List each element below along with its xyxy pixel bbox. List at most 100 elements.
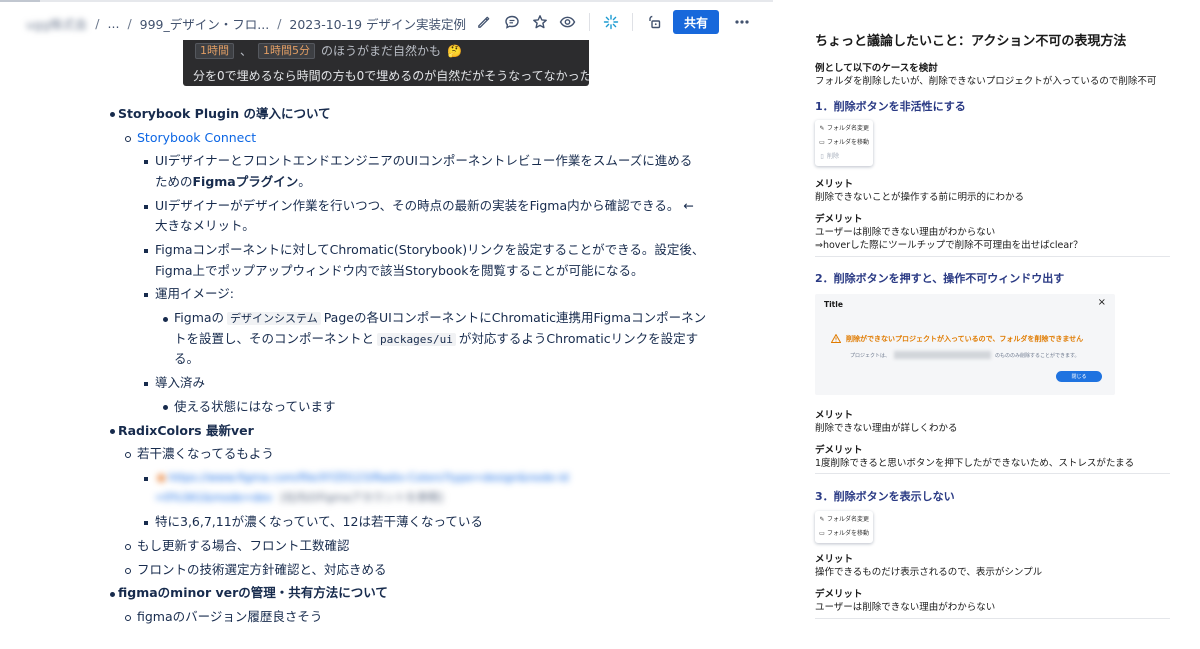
- text: Pageの各UIコンポーネントにChromatic連携用Figmaコンポーネン: [323, 310, 707, 325]
- list-item: トを設置し、そのコンポーネントと packages/ui が対応するようChroma…: [174, 329, 698, 350]
- menu-item-rename[interactable]: ✎ フォルダ名変更: [815, 513, 873, 527]
- figma-link[interactable]: =0%3A1&mode=dev [社内のFigmaアカウントを参照]: [155, 488, 443, 508]
- code-line: 分を0で埋めるなら時間の方も0で埋めるのが自然だがそうなってなかったり。: [193, 69, 589, 83]
- bold-text: Figmaプラグイン: [192, 174, 299, 189]
- folder-icon: ▭: [819, 139, 825, 146]
- modal-description: プロジェクトは、 のもののみ削除することができます。: [850, 351, 1080, 359]
- watch-eye-icon[interactable]: [559, 13, 577, 31]
- thinking-emoji-icon: 🤔: [447, 43, 462, 58]
- bullet: [110, 592, 115, 597]
- merit-label: メリット: [815, 554, 854, 565]
- bullet: [144, 293, 148, 297]
- page-toolbar: 共有: [475, 10, 751, 34]
- list-item: 導入済み: [155, 375, 206, 390]
- breadcrumb-page[interactable]: 2023-10-19 デザイン実装定例: [289, 14, 466, 33]
- menu-label: フォルダを移動: [827, 530, 870, 537]
- section-heading: Storybook Plugin の導入について: [118, 106, 331, 121]
- list-item: もし更新する場合、フロント工数確認: [137, 538, 350, 553]
- list-item: フロントの技術選定方針確認と、対応きめる: [137, 562, 387, 577]
- toolbar-divider: [631, 13, 633, 31]
- pencil-icon: ✎: [819, 125, 825, 132]
- list-item: 運用イメージ:: [155, 286, 234, 301]
- menu-label: フォルダ名変更: [827, 516, 870, 523]
- text: 。: [298, 174, 311, 189]
- error-modal-mock: Title × 削除ができないプロジェクトが入っているので、フォルダを削除できま…: [815, 294, 1115, 395]
- share-button[interactable]: 共有: [672, 10, 719, 34]
- link-note: [社内のFigmaアカウントを参照]: [280, 491, 444, 504]
- code-block: 1時間 、 1時間5分 のほうがまだ自然かも 🤔 分を0で埋めるなら時間の方も0…: [183, 40, 589, 86]
- code-separator: 、: [240, 44, 253, 58]
- restrictions-lock-icon[interactable]: [645, 13, 663, 31]
- divider: [815, 473, 1170, 474]
- bullet: [144, 205, 148, 209]
- breadcrumb-space[interactable]: ugg株式会: [26, 14, 87, 33]
- folder-icon: ▭: [819, 530, 825, 537]
- list-item: 使える状態にはなっています: [174, 399, 336, 414]
- discussion-panel: ちょっと議論したいこと：アクション不可の表現方法 例として以下のケースを検討 フ…: [773, 0, 1200, 649]
- text: が対応するようChromaticリンクを設定す: [458, 331, 699, 346]
- example-text: フォルダを削除したいが、削除できないプロジェクトが入っているので削除不可: [815, 76, 1157, 87]
- section-heading: RadixColors 最新ver: [118, 423, 254, 438]
- comment-icon[interactable]: [503, 13, 521, 31]
- text: トを設置し、そのコンポーネントと: [174, 331, 375, 346]
- option-3-heading: 3．削除ボタンを表示しない: [815, 490, 955, 503]
- menu-label: フォルダ名変更: [827, 125, 870, 132]
- demerit-text: 1度削除できると思いボタンを押下したができないため、ストレスがたまる: [815, 458, 1135, 469]
- code-inline-chip: 1時間5分: [258, 42, 316, 59]
- figma-logo-icon: ◆: [157, 471, 166, 484]
- page-header: ugg株式会 / ... / 999_デザイン・フロ... / 2023-10-…: [0, 2, 773, 44]
- menu-item-rename[interactable]: ✎ フォルダ名変更: [815, 122, 873, 136]
- option-1-heading: 1．削除ボタンを非活性にする: [815, 100, 966, 113]
- figma-link[interactable]: ◆ https://www.figma.com/file/XYZ0123/Radi…: [157, 468, 569, 488]
- list-item: Figma上でポップアップウィンドウ内で該当Storybookを閲覧することが可…: [155, 263, 644, 278]
- text: Figmaの: [174, 310, 225, 325]
- example-heading: 例として以下のケースを検討: [815, 63, 938, 74]
- star-icon[interactable]: [531, 13, 549, 31]
- storybook-connect-link[interactable]: Storybook Connect: [137, 128, 256, 148]
- ai-sparkle-icon[interactable]: [602, 13, 620, 31]
- divider: [815, 256, 1170, 257]
- edit-pencil-icon[interactable]: [475, 13, 493, 31]
- breadcrumb-separator: /: [95, 16, 100, 31]
- code-inline-chip: 1時間: [195, 42, 234, 59]
- text: ための: [155, 174, 193, 189]
- context-menu-no-delete: ✎ フォルダ名変更 ▭ フォルダを移動: [815, 511, 873, 543]
- bullet: [144, 160, 148, 164]
- section-heading: figmaのminor verの管理・共有方法について: [118, 585, 388, 600]
- bullet: [144, 382, 148, 386]
- demerit-text: ユーザーは削除できない理由がわからない: [815, 602, 996, 613]
- menu-item-delete-disabled: ▯ 削除: [815, 150, 873, 164]
- menu-item-move[interactable]: ▭ フォルダを移動: [815, 136, 873, 150]
- pencil-icon: ✎: [819, 516, 825, 523]
- more-options-icon[interactable]: [733, 13, 751, 31]
- menu-item-move[interactable]: ▭ フォルダを移動: [815, 527, 873, 541]
- trash-icon: ▯: [820, 153, 824, 160]
- bullet: [125, 136, 131, 142]
- modal-warning-text: 削除ができないプロジェクトが入っているので、フォルダを削除できません: [846, 335, 1084, 343]
- merit-label: メリット: [815, 179, 854, 190]
- divider: [815, 618, 1170, 619]
- demerit-text: ⇒hoverした際にツールチップで削除不可理由を出せばclear？: [815, 240, 1083, 251]
- code-line: 1時間 、 1時間5分 のほうがまだ自然かも 🤔: [195, 42, 462, 59]
- breadcrumb-separator: /: [277, 16, 282, 31]
- list-item: RadixColors 最新ver: [118, 421, 254, 441]
- link-text: =0%3A1&mode=dev: [155, 491, 273, 504]
- close-button[interactable]: 閉じる: [1056, 371, 1102, 382]
- menu-label: フォルダを移動: [827, 139, 870, 146]
- list-item: Storybook Plugin の導入について: [118, 104, 331, 124]
- panel-title: ちょっと議論したいこと：アクション不可の表現方法: [815, 34, 1127, 49]
- list-item: UIデザイナーがデザイン作業を行いつつ、その時点の最新の実装をFigma内から確…: [155, 198, 694, 213]
- breadcrumb-ellipsis[interactable]: ...: [108, 16, 120, 31]
- list-item: Figmaの デザインシステム Pageの各UIコンポーネントにChromatic連…: [174, 308, 706, 329]
- text: のもののみ削除することができます。: [995, 352, 1080, 359]
- inline-code: デザインシステム: [227, 312, 321, 325]
- close-icon[interactable]: ×: [1098, 297, 1106, 308]
- bullet: [125, 544, 131, 550]
- bullet: [144, 521, 148, 525]
- demerit-label: デメリット: [815, 589, 863, 600]
- bullet: [110, 112, 115, 117]
- list-item: ためのFigmaプラグイン。: [155, 172, 311, 192]
- breadcrumb-folder[interactable]: 999_デザイン・フロ...: [140, 14, 270, 33]
- context-menu-disabled-delete: ✎ フォルダ名変更 ▭ フォルダを移動 ▯ 削除: [815, 120, 873, 166]
- bullet: [125, 452, 131, 458]
